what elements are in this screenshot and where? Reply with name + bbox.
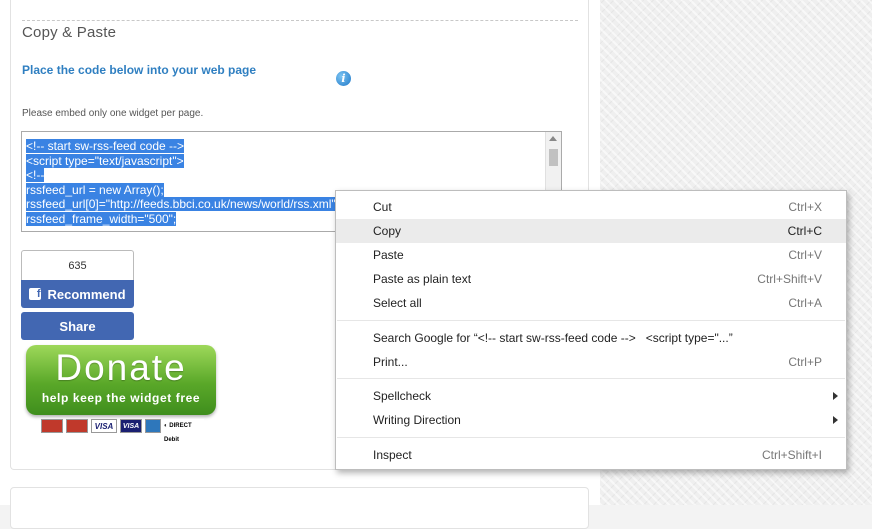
menu-item-paste[interactable]: Paste Ctrl+V	[336, 243, 846, 267]
payment-methods: VISA VISA ◐ DIRECT Debit	[41, 418, 204, 443]
menu-label: Paste	[373, 248, 404, 262]
embed-note: Please embed only one widget per page.	[22, 108, 204, 119]
menu-item-search-google[interactable]: Search Google for “<!-- start sw-rss-fee…	[336, 326, 846, 350]
menu-item-select-all[interactable]: Select all Ctrl+A	[336, 291, 846, 315]
recommend-label: Recommend	[47, 286, 126, 302]
menu-label: Cut	[373, 200, 392, 214]
menu-label: Paste as plain text	[373, 272, 472, 286]
menu-shortcut: Ctrl+A	[788, 296, 822, 310]
code-line: <!--	[26, 168, 45, 182]
next-panel	[10, 487, 589, 529]
mastercard-logo-icon	[41, 419, 63, 433]
menu-shortcut: Ctrl+V	[788, 248, 822, 262]
section-title: Copy & Paste	[22, 24, 117, 41]
code-line: rssfeed_url = new Array();	[26, 182, 164, 197]
menu-shortcut: Ctrl+Shift+V	[757, 272, 822, 286]
share-label: Share	[59, 318, 96, 334]
menu-shortcut: Ctrl+X	[788, 200, 822, 214]
menu-separator	[337, 320, 845, 321]
menu-label: Copy	[373, 224, 402, 238]
visa-logo-icon: VISA	[91, 419, 117, 433]
dashed-divider	[22, 20, 578, 21]
menu-item-copy[interactable]: Copy Ctrl+C	[336, 219, 846, 243]
facebook-share-button[interactable]: Share	[21, 312, 134, 340]
menu-label: Print...	[373, 355, 408, 369]
context-menu: Cut Ctrl+X Copy Ctrl+C Paste Ctrl+V Past…	[335, 190, 847, 470]
code-line: <script type="text/javascript">	[26, 153, 184, 168]
menu-item-print[interactable]: Print... Ctrl+P	[336, 350, 846, 374]
menu-label: Search Google for “<!-- start sw-rss-fee…	[373, 331, 733, 345]
code-line: rssfeed_url[0]="http://feeds.bbci.co.uk/…	[26, 197, 339, 211]
scroll-up-arrow-icon[interactable]	[549, 136, 557, 141]
menu-item-writing-direction[interactable]: Writing Direction	[336, 408, 846, 432]
submenu-arrow-icon	[833, 416, 838, 424]
menu-label: Spellcheck	[373, 389, 432, 403]
menu-separator	[337, 437, 845, 438]
facebook-icon: f	[29, 288, 42, 300]
facebook-recommend-button[interactable]: f Recommend	[21, 280, 134, 308]
recommend-count: 635	[21, 250, 134, 280]
donate-button[interactable]: Donate help keep the widget free	[26, 345, 216, 415]
menu-item-spellcheck[interactable]: Spellcheck	[336, 384, 846, 408]
menu-label: Select all	[373, 296, 422, 310]
menu-label: Inspect	[373, 448, 412, 462]
maestro-logo-icon	[66, 419, 88, 433]
info-icon[interactable]: i	[336, 71, 351, 86]
menu-label: Writing Direction	[373, 413, 461, 427]
code-lines: <!-- start sw-rss-feed code --> <script …	[26, 139, 339, 226]
instruction-text: Place the code below into your web page	[22, 63, 257, 77]
donate-subtitle: help keep the widget free	[41, 391, 201, 405]
visa-electron-logo-icon: VISA	[120, 419, 142, 433]
menu-shortcut: Ctrl+Shift+I	[761, 448, 822, 462]
menu-shortcut: Ctrl+C	[787, 224, 822, 238]
menu-item-paste-plain[interactable]: Paste as plain text Ctrl+Shift+V	[336, 267, 846, 291]
submenu-arrow-icon	[833, 392, 838, 400]
menu-shortcut: Ctrl+P	[788, 355, 822, 369]
menu-item-inspect[interactable]: Inspect Ctrl+Shift+I	[336, 443, 846, 467]
amex-logo-icon	[145, 419, 161, 433]
direct-debit-logo-icon: ◐ DIRECT Debit	[164, 419, 204, 443]
menu-item-cut[interactable]: Cut Ctrl+X	[336, 195, 846, 219]
menu-separator	[337, 378, 845, 379]
donate-title: Donate	[55, 347, 187, 388]
scroll-thumb[interactable]	[549, 149, 558, 166]
code-line: <!-- start sw-rss-feed code -->	[26, 139, 185, 153]
code-line: rssfeed_frame_width="500";	[26, 211, 177, 226]
